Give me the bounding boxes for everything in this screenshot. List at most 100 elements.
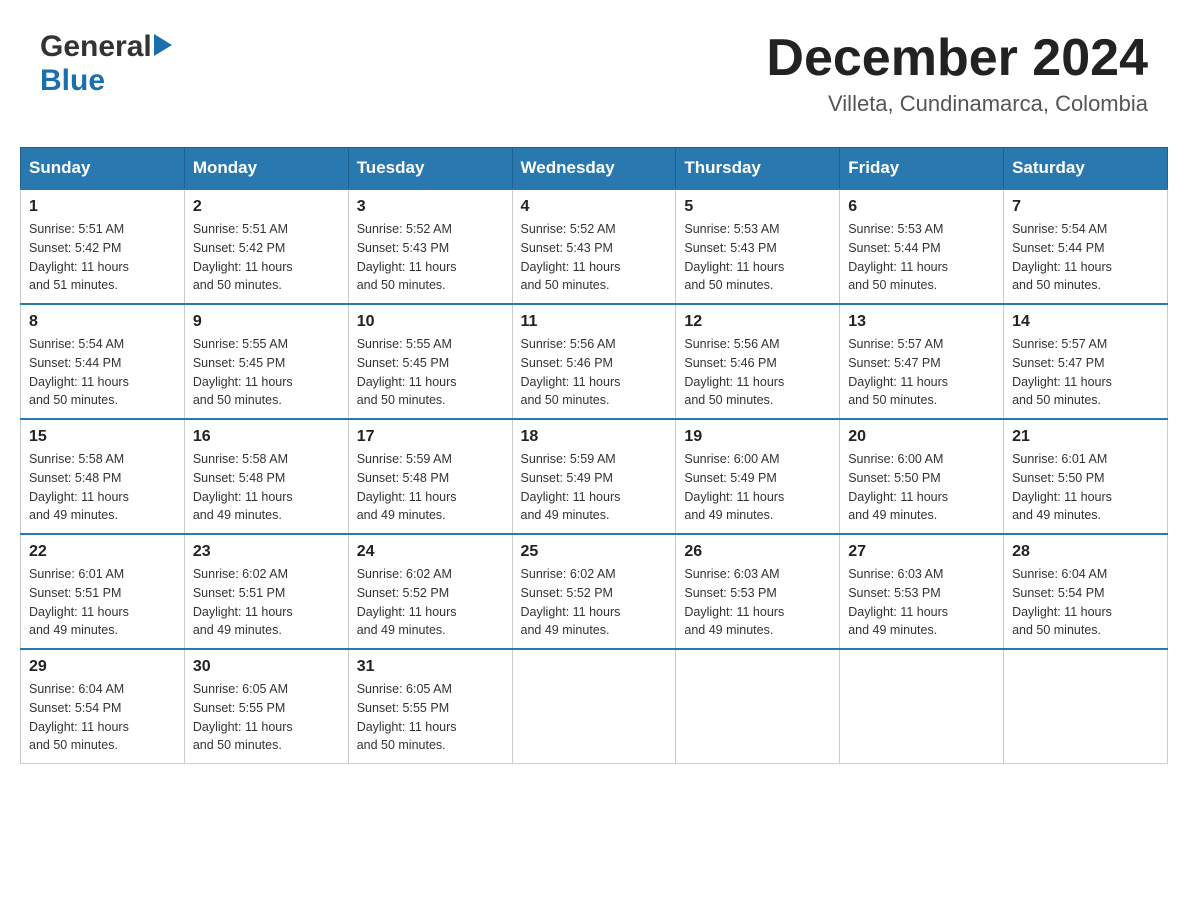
calendar-cell: 12 Sunrise: 5:56 AMSunset: 5:46 PMDayligh… <box>676 304 840 419</box>
day-number: 10 <box>357 313 504 331</box>
day-number: 3 <box>357 198 504 216</box>
calendar-cell: 22Sunrise: 6:01 AMSunset: 5:51 PMDayligh… <box>21 534 185 649</box>
day-info: Sunrise: 5:58 AMSunset: 5:48 PMDaylight:… <box>29 450 176 525</box>
location-subtitle: Villeta, Cundinamarca, Colombia <box>766 91 1148 117</box>
calendar-cell: 8Sunrise: 5:54 AMSunset: 5:44 PMDaylight… <box>21 304 185 419</box>
calendar-cell: 31 Sunrise: 6:05 AMSunset: 5:55 PMDayligh… <box>348 649 512 764</box>
day-info: Sunrise: 6:02 AMSunset: 5:52 PMDaylight:… <box>357 565 504 640</box>
logo: General Blue <box>40 30 172 98</box>
weekday-header-monday: Monday <box>184 148 348 190</box>
day-info: Sunrise: 5:55 AMSunset: 5:45 PMDaylight:… <box>357 335 504 410</box>
logo-general-text: General <box>40 30 152 64</box>
day-info: Sunrise: 6:03 AMSunset: 5:53 PMDaylight:… <box>684 565 831 640</box>
calendar-cell: 29 Sunrise: 6:04 AMSunset: 5:54 PMDayligh… <box>21 649 185 764</box>
week-row-3: 15 Sunrise: 5:58 AMSunset: 5:48 PMDayligh… <box>21 419 1168 534</box>
calendar-cell <box>512 649 676 764</box>
weekday-header-row: SundayMondayTuesdayWednesdayThursdayFrid… <box>21 148 1168 190</box>
day-number: 30 <box>193 658 340 676</box>
day-number: 15 <box>29 428 176 446</box>
calendar-cell <box>676 649 840 764</box>
weekday-header-wednesday: Wednesday <box>512 148 676 190</box>
calendar-cell: 18Sunrise: 5:59 AMSunset: 5:49 PMDayligh… <box>512 419 676 534</box>
weekday-header-saturday: Saturday <box>1004 148 1168 190</box>
calendar-cell: 14Sunrise: 5:57 AMSunset: 5:47 PMDayligh… <box>1004 304 1168 419</box>
day-number: 25 <box>521 543 668 561</box>
calendar-cell: 7Sunrise: 5:54 AMSunset: 5:44 PMDaylight… <box>1004 189 1168 304</box>
day-number: 11 <box>521 313 668 331</box>
calendar-cell: 25 Sunrise: 6:02 AMSunset: 5:52 PMDayligh… <box>512 534 676 649</box>
day-info: Sunrise: 5:59 AMSunset: 5:49 PMDaylight:… <box>521 450 668 525</box>
calendar-cell: 15 Sunrise: 5:58 AMSunset: 5:48 PMDayligh… <box>21 419 185 534</box>
day-number: 19 <box>684 428 831 446</box>
calendar-cell: 17 Sunrise: 5:59 AMSunset: 5:48 PMDayligh… <box>348 419 512 534</box>
day-info: Sunrise: 5:54 AMSunset: 5:44 PMDaylight:… <box>29 335 176 410</box>
week-row-4: 22Sunrise: 6:01 AMSunset: 5:51 PMDayligh… <box>21 534 1168 649</box>
day-number: 17 <box>357 428 504 446</box>
day-info: Sunrise: 5:51 AMSunset: 5:42 PMDaylight:… <box>193 220 340 295</box>
day-number: 7 <box>1012 198 1159 216</box>
day-info: Sunrise: 6:04 AMSunset: 5:54 PMDaylight:… <box>1012 565 1159 640</box>
day-number: 20 <box>848 428 995 446</box>
calendar-cell: 1 Sunrise: 5:51 AMSunset: 5:42 PMDaylight… <box>21 189 185 304</box>
day-info: Sunrise: 5:56 AMSunset: 5:46 PMDaylight:… <box>684 335 831 410</box>
page-header: General Blue December 2024 Villeta, Cund… <box>20 20 1168 127</box>
calendar-cell: 3Sunrise: 5:52 AMSunset: 5:43 PMDaylight… <box>348 189 512 304</box>
calendar-cell: 2 Sunrise: 5:51 AMSunset: 5:42 PMDaylight… <box>184 189 348 304</box>
day-number: 29 <box>29 658 176 676</box>
weekday-header-friday: Friday <box>840 148 1004 190</box>
day-number: 6 <box>848 198 995 216</box>
week-row-1: 1 Sunrise: 5:51 AMSunset: 5:42 PMDaylight… <box>21 189 1168 304</box>
day-info: Sunrise: 6:05 AMSunset: 5:55 PMDaylight:… <box>357 680 504 755</box>
day-info: Sunrise: 6:01 AMSunset: 5:51 PMDaylight:… <box>29 565 176 640</box>
day-number: 28 <box>1012 543 1159 561</box>
calendar-cell: 4 Sunrise: 5:52 AMSunset: 5:43 PMDaylight… <box>512 189 676 304</box>
title-section: December 2024 Villeta, Cundinamarca, Col… <box>766 30 1148 117</box>
calendar-table: SundayMondayTuesdayWednesdayThursdayFrid… <box>20 147 1168 764</box>
day-info: Sunrise: 5:53 AMSunset: 5:43 PMDaylight:… <box>684 220 831 295</box>
day-info: Sunrise: 6:04 AMSunset: 5:54 PMDaylight:… <box>29 680 176 755</box>
day-info: Sunrise: 5:56 AMSunset: 5:46 PMDaylight:… <box>521 335 668 410</box>
day-info: Sunrise: 5:59 AMSunset: 5:48 PMDaylight:… <box>357 450 504 525</box>
calendar-cell: 28 Sunrise: 6:04 AMSunset: 5:54 PMDayligh… <box>1004 534 1168 649</box>
day-info: Sunrise: 6:03 AMSunset: 5:53 PMDaylight:… <box>848 565 995 640</box>
day-number: 4 <box>521 198 668 216</box>
day-info: Sunrise: 6:00 AMSunset: 5:50 PMDaylight:… <box>848 450 995 525</box>
day-number: 13 <box>848 313 995 331</box>
day-info: Sunrise: 5:52 AMSunset: 5:43 PMDaylight:… <box>521 220 668 295</box>
day-info: Sunrise: 6:02 AMSunset: 5:52 PMDaylight:… <box>521 565 668 640</box>
weekday-header-thursday: Thursday <box>676 148 840 190</box>
calendar-cell: 19 Sunrise: 6:00 AMSunset: 5:49 PMDayligh… <box>676 419 840 534</box>
day-number: 21 <box>1012 428 1159 446</box>
day-info: Sunrise: 5:51 AMSunset: 5:42 PMDaylight:… <box>29 220 176 295</box>
week-row-5: 29 Sunrise: 6:04 AMSunset: 5:54 PMDayligh… <box>21 649 1168 764</box>
weekday-header-tuesday: Tuesday <box>348 148 512 190</box>
day-info: Sunrise: 5:57 AMSunset: 5:47 PMDaylight:… <box>848 335 995 410</box>
day-info: Sunrise: 6:00 AMSunset: 5:49 PMDaylight:… <box>684 450 831 525</box>
day-info: Sunrise: 5:53 AMSunset: 5:44 PMDaylight:… <box>848 220 995 295</box>
day-number: 1 <box>29 198 176 216</box>
day-number: 27 <box>848 543 995 561</box>
calendar-cell: 20 Sunrise: 6:00 AMSunset: 5:50 PMDayligh… <box>840 419 1004 534</box>
calendar-cell <box>840 649 1004 764</box>
calendar-cell: 21 Sunrise: 6:01 AMSunset: 5:50 PMDayligh… <box>1004 419 1168 534</box>
day-info: Sunrise: 6:01 AMSunset: 5:50 PMDaylight:… <box>1012 450 1159 525</box>
day-info: Sunrise: 5:55 AMSunset: 5:45 PMDaylight:… <box>193 335 340 410</box>
day-number: 5 <box>684 198 831 216</box>
day-number: 12 <box>684 313 831 331</box>
day-number: 24 <box>357 543 504 561</box>
day-info: Sunrise: 6:05 AMSunset: 5:55 PMDaylight:… <box>193 680 340 755</box>
calendar-cell: 16Sunrise: 5:58 AMSunset: 5:48 PMDayligh… <box>184 419 348 534</box>
week-row-2: 8Sunrise: 5:54 AMSunset: 5:44 PMDaylight… <box>21 304 1168 419</box>
day-number: 31 <box>357 658 504 676</box>
calendar-cell: 13 Sunrise: 5:57 AMSunset: 5:47 PMDayligh… <box>840 304 1004 419</box>
calendar-cell: 30 Sunrise: 6:05 AMSunset: 5:55 PMDayligh… <box>184 649 348 764</box>
logo-arrow-icon <box>154 34 172 61</box>
calendar-cell: 23Sunrise: 6:02 AMSunset: 5:51 PMDayligh… <box>184 534 348 649</box>
calendar-cell: 27 Sunrise: 6:03 AMSunset: 5:53 PMDayligh… <box>840 534 1004 649</box>
calendar-cell <box>1004 649 1168 764</box>
day-number: 2 <box>193 198 340 216</box>
day-number: 9 <box>193 313 340 331</box>
calendar-cell: 24 Sunrise: 6:02 AMSunset: 5:52 PMDayligh… <box>348 534 512 649</box>
calendar-cell: 26Sunrise: 6:03 AMSunset: 5:53 PMDayligh… <box>676 534 840 649</box>
day-number: 16 <box>193 428 340 446</box>
